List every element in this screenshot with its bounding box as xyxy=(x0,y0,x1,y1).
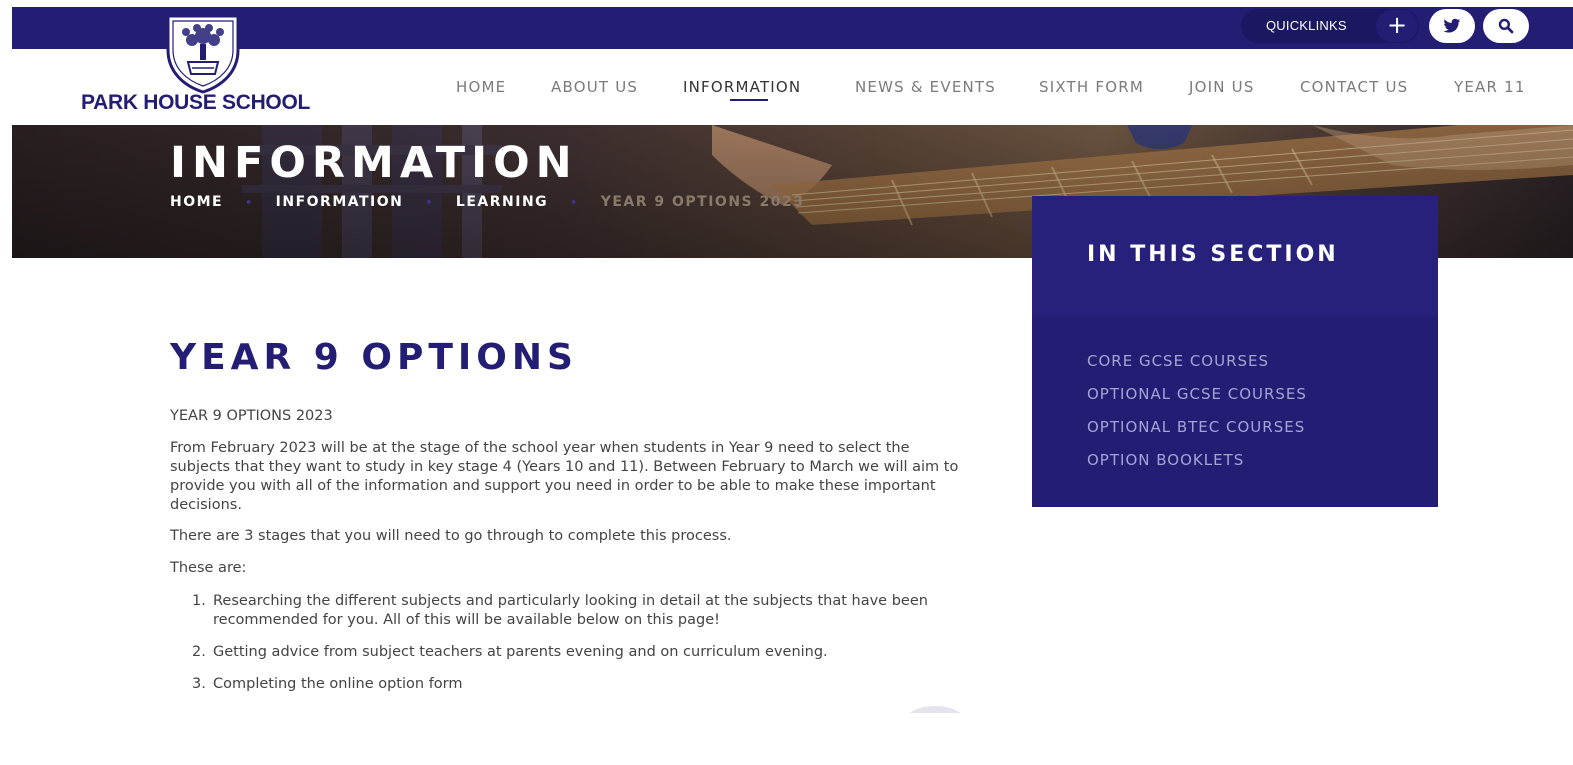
sidebar-link-optional-gcse[interactable]: OPTIONAL GCSE COURSES xyxy=(1087,385,1307,403)
nav-item-news-events[interactable]: NEWS & EVENTS xyxy=(855,78,996,96)
banner-title: INFORMATION xyxy=(170,138,578,188)
page-frame: QUICKLINKS + PARK HOUSE SCHOOL HOME ABOU… xyxy=(12,7,1573,713)
sidebar-link-core-gcse[interactable]: CORE GCSE COURSES xyxy=(1087,352,1269,370)
sidebar-link-option-booklets[interactable]: OPTION BOOKLETS xyxy=(1087,451,1244,469)
list-item: 2. Getting advice from subject teachers … xyxy=(192,643,982,662)
sidebar-title: IN THIS SECTION xyxy=(1087,242,1339,267)
in-this-section-panel: IN THIS SECTION CORE GCSE COURSES OPTION… xyxy=(1032,196,1438,507)
list-text: Getting advice from subject teachers at … xyxy=(213,644,828,660)
twitter-icon xyxy=(1443,18,1461,33)
list-number: 2. xyxy=(192,644,206,660)
breadcrumb-separator: • xyxy=(425,195,434,209)
main-navigation: HOME ABOUT US INFORMATION NEWS & EVENTS … xyxy=(12,49,1573,125)
nav-item-home[interactable]: HOME xyxy=(456,78,506,96)
top-utility-bar: QUICKLINKS + xyxy=(12,7,1573,49)
list-number: 3. xyxy=(192,676,206,692)
list-item: 1. Researching the different subjects an… xyxy=(192,592,982,630)
list-text: Researching the different subjects and p… xyxy=(213,593,928,628)
scroll-to-top-button[interactable] xyxy=(905,706,965,713)
subheading: YEAR 9 OPTIONS 2023 xyxy=(170,408,333,424)
sidebar-header: IN THIS SECTION xyxy=(1032,196,1438,316)
breadcrumb: HOME • INFORMATION • LEARNING • YEAR 9 O… xyxy=(170,194,804,210)
breadcrumb-information[interactable]: INFORMATION xyxy=(276,194,404,210)
twitter-button[interactable] xyxy=(1429,9,1475,43)
nav-item-sixth-form[interactable]: SIXTH FORM xyxy=(1039,78,1144,96)
nav-item-contact-us[interactable]: CONTACT US xyxy=(1300,78,1408,96)
plus-icon[interactable]: + xyxy=(1376,10,1418,42)
intro-paragraph: From February 2023 will be at the stage … xyxy=(170,440,959,513)
stages-paragraph: There are 3 stages that you will need to… xyxy=(170,528,732,544)
search-button[interactable] xyxy=(1483,9,1529,43)
nav-item-about-us[interactable]: ABOUT US xyxy=(551,78,638,96)
nav-item-join-us[interactable]: JOIN US xyxy=(1189,78,1255,96)
breadcrumb-learning[interactable]: LEARNING xyxy=(456,194,548,210)
breadcrumb-current: YEAR 9 OPTIONS 2023 xyxy=(600,194,805,210)
breadcrumb-separator: • xyxy=(570,195,579,209)
page-title: YEAR 9 OPTIONS xyxy=(170,337,578,378)
quicklinks-button[interactable]: QUICKLINKS + xyxy=(1241,9,1419,43)
nav-item-information[interactable]: INFORMATION xyxy=(683,78,801,96)
breadcrumb-separator: • xyxy=(245,195,254,209)
nav-item-year-11[interactable]: YEAR 11 xyxy=(1454,78,1526,96)
quicklinks-label: QUICKLINKS xyxy=(1266,18,1347,33)
these-are-label: These are: xyxy=(170,560,247,576)
sidebar-link-optional-btec[interactable]: OPTIONAL BTEC COURSES xyxy=(1087,418,1305,436)
list-number: 1. xyxy=(192,593,206,609)
list-text: Completing the online option form xyxy=(213,676,463,692)
search-icon xyxy=(1498,18,1514,34)
active-nav-indicator xyxy=(730,99,768,101)
breadcrumb-home[interactable]: HOME xyxy=(170,194,223,210)
list-item: 3. Completing the online option form xyxy=(192,675,982,694)
